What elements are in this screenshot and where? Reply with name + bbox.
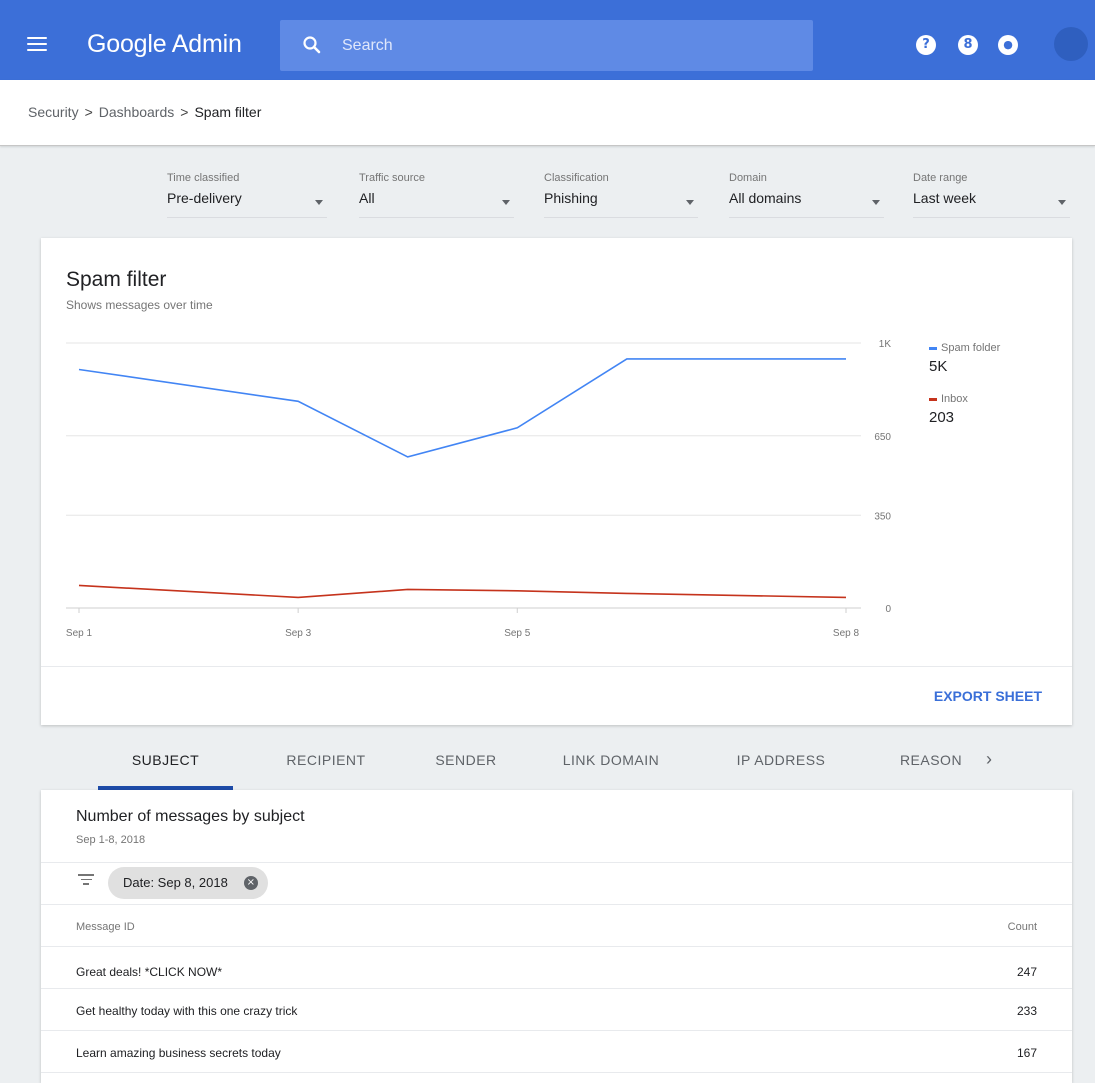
dropdown-caret-icon [686, 200, 694, 205]
search-box[interactable] [280, 20, 813, 71]
filter-value: Last week [913, 190, 977, 206]
filter-time-classified[interactable]: Time classified Pre-delivery [167, 172, 327, 218]
menu-icon[interactable] [27, 37, 47, 53]
filter-list-icon[interactable] [78, 874, 94, 886]
breadcrumb-separator: > [84, 104, 93, 120]
app-title[interactable]: Google Admin [87, 30, 242, 59]
legend-item-inbox[interactable]: Inbox 203 [929, 393, 1059, 426]
column-header-count[interactable]: Count [1008, 921, 1037, 933]
y-tick-label: 0 [885, 604, 891, 615]
search-input[interactable] [342, 20, 802, 71]
filter-domain[interactable]: Domain All domains [729, 172, 884, 218]
filter-label: Domain [729, 172, 767, 184]
filter-date-range[interactable]: Date range Last week [913, 172, 1070, 218]
chart-subtitle: Shows messages over time [66, 298, 213, 312]
filter-chip[interactable]: Date: Sep 8, 2018 × [108, 867, 268, 899]
x-tick-label: Sep 3 [285, 628, 312, 639]
export-sheet-button[interactable]: EXPORT SHEET [934, 688, 1042, 704]
y-tick-label: 650 [874, 432, 891, 443]
search-icon [303, 36, 321, 54]
notifications-icon[interactable]: ● [998, 35, 1018, 55]
legend-swatch [929, 346, 937, 350]
breadcrumb: Security > Dashboards > Spam filter [28, 104, 261, 120]
avatar[interactable] [1054, 27, 1088, 61]
table-title: Number of messages by subject [76, 808, 305, 825]
table-subtitle: Sep 1-8, 2018 [76, 834, 146, 846]
filter-value: All domains [729, 190, 802, 206]
x-tick-label: Sep 1 [66, 628, 93, 639]
close-icon[interactable]: × [243, 876, 258, 890]
filter-chip-label: Date: Sep 8, 2018 [123, 875, 228, 890]
filter-classification[interactable]: Classification Phishing [544, 172, 698, 218]
breadcrumb-bar: Security > Dashboards > Spam filter [0, 80, 1095, 146]
cell-count: 167 [1016, 1046, 1037, 1060]
table-card: Number of messages by subject Sep 1-8, 2… [41, 790, 1072, 1083]
divider [41, 988, 1072, 989]
divider [41, 1072, 1072, 1073]
divider [41, 666, 1072, 667]
filter-value: Phishing [544, 190, 598, 206]
tab-subject[interactable]: SUBJECT [98, 750, 233, 790]
chart-title: Spam filter [66, 268, 167, 291]
breadcrumb-dashboards[interactable]: Dashboards [99, 104, 175, 120]
filter-value: Pre-delivery [167, 190, 242, 206]
divider [41, 904, 1072, 905]
series-line-inbox [78, 584, 847, 599]
dropdown-caret-icon [315, 200, 323, 205]
y-tick-label: 350 [874, 511, 891, 522]
divider [41, 946, 1072, 947]
legend-label: Inbox [929, 393, 1059, 405]
cell-count: 247 [1016, 965, 1037, 979]
column-header-message-id[interactable]: Message ID [76, 921, 135, 933]
help-icon[interactable]: ? [916, 35, 936, 55]
dropdown-caret-icon [1058, 200, 1066, 205]
breadcrumb-current: Spam filter [194, 104, 262, 120]
filter-traffic-source[interactable]: Traffic source All [359, 172, 514, 218]
tab-link-domain[interactable]: LINK DOMAIN [546, 750, 676, 790]
divider [41, 862, 1072, 863]
cell-message-id: Get healthy today with this one crazy tr… [76, 1004, 298, 1018]
legend-item-spam-folder[interactable]: Spam folder 5K [929, 342, 1059, 375]
divider [41, 1030, 1072, 1031]
legend-value: 5K [929, 358, 948, 375]
breadcrumb-security[interactable]: Security [28, 104, 79, 120]
x-tick-label: Sep 5 [504, 628, 531, 639]
filter-label: Time classified [167, 172, 240, 184]
tab-recipient[interactable]: RECIPIENT [276, 750, 376, 790]
filter-label: Traffic source [359, 172, 426, 184]
series-line-spam-folder [78, 358, 846, 458]
x-tick-label: Sep 8 [833, 628, 860, 639]
filter-value: All [359, 190, 375, 206]
chart-card: Spam filter Shows messages over time 1K 6… [41, 238, 1072, 725]
dropdown-caret-icon [872, 200, 880, 205]
tab-bar: SUBJECT RECIPIENT SENDER LINK DOMAIN IP … [41, 750, 1072, 790]
filter-label: Date range [913, 172, 968, 184]
legend-value: 203 [929, 409, 955, 426]
cell-message-id: Great deals! *CLICK NOW* [76, 965, 223, 979]
top-app-bar: Google Admin ? 8 ● [0, 0, 1095, 80]
apps-icon[interactable]: 8 [958, 35, 978, 55]
tab-reason[interactable]: REASON [891, 750, 971, 790]
legend-name: Spam folder [941, 342, 1001, 354]
y-tick-label: 1K [879, 339, 892, 350]
chevron-right-icon[interactable]: › [986, 750, 1006, 770]
filter-label: Classification [544, 172, 609, 184]
cell-message-id: Learn amazing business secrets today [76, 1046, 281, 1060]
chart-legend: Spam folder 5K Inbox 203 [929, 342, 1059, 444]
breadcrumb-separator: > [180, 104, 189, 120]
legend-swatch [929, 397, 937, 401]
legend-label: Spam folder [929, 342, 1059, 354]
line-chart: 1K 650 350 0 Sep 1 Sep 3 Sep 5 Sep 8 [66, 339, 892, 639]
legend-name: Inbox [941, 393, 968, 405]
cell-count: 233 [1016, 1004, 1037, 1018]
tab-sender[interactable]: SENDER [416, 750, 516, 790]
dropdown-caret-icon [502, 200, 510, 205]
tab-ip-address[interactable]: IP ADDRESS [716, 750, 846, 790]
